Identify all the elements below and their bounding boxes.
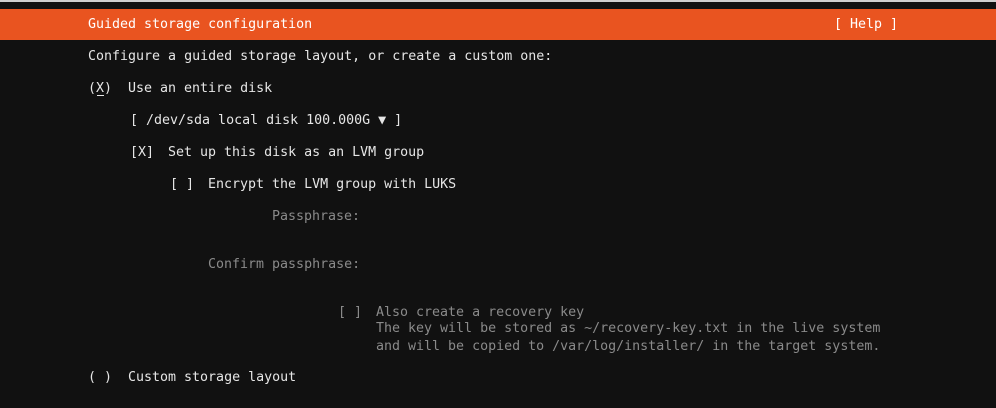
radio-label: Use an entire disk	[128, 81, 273, 96]
passphrase-input[interactable]	[368, 209, 768, 225]
checkbox-label: Encrypt the LVM group with LUKS	[208, 177, 457, 192]
intro-text: Configure a guided storage layout, or cr…	[88, 49, 553, 64]
radio-mark[interactable]: ( )	[88, 370, 112, 386]
checkbox-mark[interactable]: [X]	[130, 145, 154, 161]
disk-select-dropdown[interactable]: [ /dev/sda local disk 100.000G ▼ ]	[130, 113, 402, 129]
checkbox-mark[interactable]: [ ]	[170, 177, 194, 193]
checkbox-label: Also create a recovery key	[376, 305, 585, 320]
radio-label: Custom storage layout	[128, 370, 297, 385]
passphrase-label: Passphrase:	[272, 209, 361, 224]
checkbox-label: Set up this disk as an LVM group	[168, 145, 425, 160]
checkbox-mark[interactable]: [ ]	[338, 305, 362, 321]
recovery-help-line-1: The key will be stored as ~/recovery-key…	[376, 321, 881, 336]
confirm-passphrase-input[interactable]	[368, 257, 768, 273]
window-top-border	[0, 0, 996, 2]
page-title: Guided storage configuration	[88, 17, 313, 32]
title-bar: Guided storage configuration [ Help ]	[0, 9, 996, 40]
confirm-passphrase-label: Confirm passphrase:	[208, 257, 361, 272]
recovery-help-line-2: and will be copied to /var/log/installer…	[376, 339, 881, 354]
help-button[interactable]: [ Help ]	[834, 17, 898, 33]
radio-mark[interactable]: (X)	[88, 81, 113, 97]
